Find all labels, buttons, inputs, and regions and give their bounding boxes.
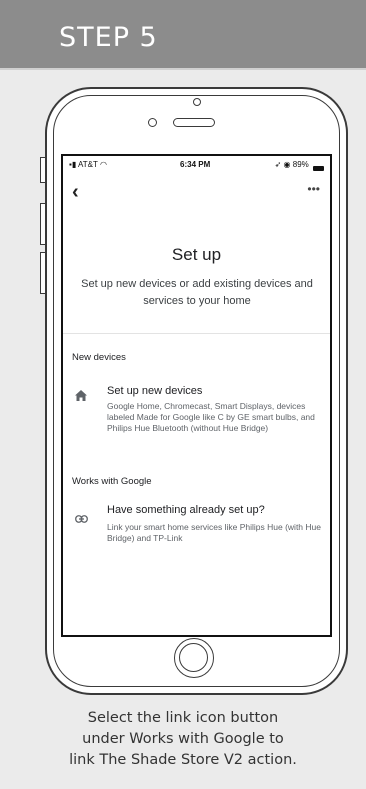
front-sensor [193,98,201,106]
home-button-ring [179,643,208,672]
item-title: Set up new devices [107,385,203,397]
caption-line: link The Shade Store V2 action. [69,752,297,768]
item-title: Have something already set up? [107,504,265,516]
back-button[interactable]: ‹ [72,182,79,202]
page-subtitle: Set up new devices or add existing devic… [81,278,313,307]
step-title: STEP 5 [59,22,158,53]
chevron-left-icon: ‹ [72,181,79,203]
section-label-new-devices: New devices [72,352,126,363]
more-options-button[interactable]: ••• [307,182,320,196]
battery-status: ➶ ◉ 89% [274,160,324,172]
more-horizontal-icon: ••• [307,182,320,196]
section-label-works-with-google: Works with Google [72,476,152,487]
earpiece-speaker [173,118,215,127]
signal-icon: ▪▮ [69,160,77,169]
home-icon [75,388,87,406]
header-divider [0,68,366,70]
phone-screen: ▪▮ AT&T ◠ 6:34 PM ➶ ◉ 89% ‹ ••• Set up S… [61,154,332,637]
step-header: STEP 5 [0,0,366,68]
battery-icon [313,166,324,172]
item-description: Link your smart home services like Phili… [107,522,321,543]
battery-percent: 89% [292,160,309,169]
alarm-icon: ◉ [283,160,291,169]
front-camera [148,118,157,127]
page-title: Set up [171,245,222,264]
item-description: Google Home, Chromecast, Smart Displays,… [107,401,315,433]
status-time: 6:34 PM [180,160,211,169]
caption-line: under Works with Google to [82,731,284,747]
caption-line: Select the link icon button [87,710,279,726]
location-icon: ➶ [274,160,282,169]
section-divider [63,333,330,334]
instruction-caption: Select the link icon button under Works … [0,708,366,771]
carrier-status: ▪▮ AT&T ◠ [69,160,107,169]
phone-home-button [174,638,214,678]
carrier-label: AT&T [78,160,98,169]
link-icon[interactable] [75,510,88,528]
status-bar: ▪▮ AT&T ◠ 6:34 PM ➶ ◉ 89% [63,156,330,174]
wifi-icon: ◠ [99,160,107,169]
